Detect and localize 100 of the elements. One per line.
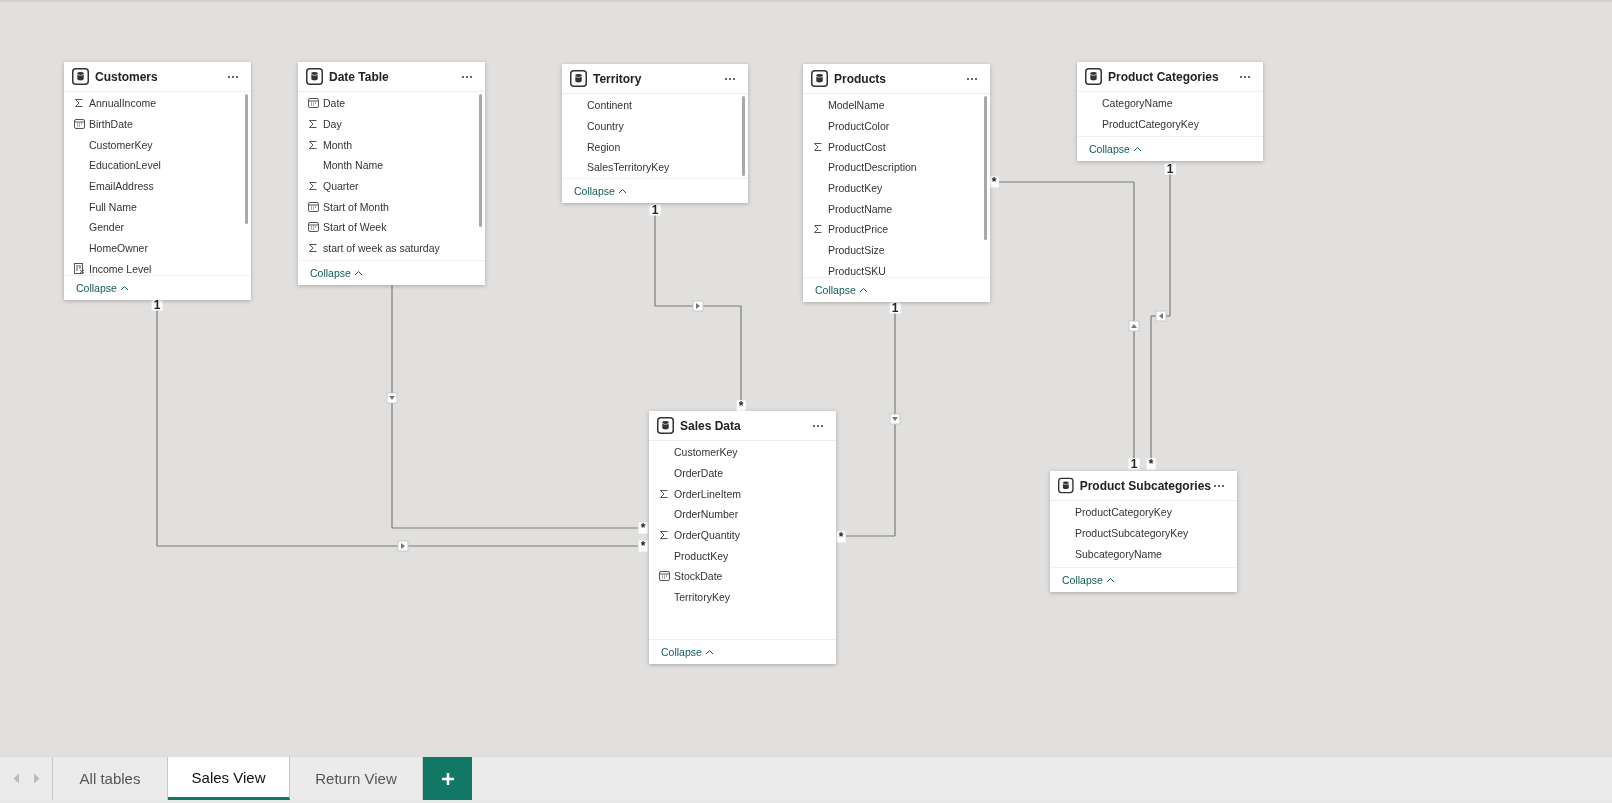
- field-name[interactable]: EmailAddress: [89, 180, 154, 193]
- field-name[interactable]: Income Level: [89, 262, 152, 275]
- field-name[interactable]: HomeOwner: [89, 242, 148, 255]
- table-icon: [306, 68, 323, 85]
- caret-icon: [858, 287, 868, 293]
- field-name[interactable]: ProductSize: [828, 244, 885, 257]
- field-name[interactable]: Country: [587, 120, 624, 133]
- table-title: Product Categories: [1108, 69, 1220, 84]
- table-card[interactable]: Products ModelName ProductColor ProductCost ProductDescription ProductKey ProductName ProductPrice ProductSize ProductSKU Collapse: [803, 64, 990, 302]
- field-name[interactable]: ProductKey: [828, 182, 883, 195]
- field-name[interactable]: ProductSubcategoryKey: [1075, 527, 1189, 540]
- field-name[interactable]: ProductCategoryKey: [1102, 118, 1199, 131]
- next-icon[interactable]: [32, 773, 40, 784]
- field-name[interactable]: ProductPrice: [828, 223, 889, 236]
- scrollbar-thumb[interactable]: [479, 94, 482, 227]
- field-name[interactable]: Continent: [587, 99, 632, 112]
- sigma-icon: [308, 181, 318, 192]
- field-name[interactable]: BirthDate: [89, 118, 133, 131]
- table-card[interactable]: Date Table Date Day Month Month Name Quarter Start of Month Start of Week start of week as saturday Collapse: [298, 62, 485, 285]
- more-icon: [227, 74, 239, 79]
- field-name[interactable]: CustomerKey: [674, 446, 738, 459]
- field-name[interactable]: ProductDescription: [828, 161, 917, 174]
- table-card[interactable]: Product Categories CategoryName ProductCategoryKey Collapse: [1077, 62, 1263, 161]
- caret-icon: [1132, 146, 1142, 152]
- calendar-icon: [308, 201, 319, 212]
- previous-icon[interactable]: [12, 773, 20, 784]
- field-name[interactable]: OrderNumber: [674, 508, 739, 521]
- scrollbar-thumb[interactable]: [245, 94, 248, 224]
- field-name[interactable]: Quarter: [323, 180, 359, 193]
- more-icon: [461, 74, 473, 79]
- field-name[interactable]: OrderQuantity: [674, 529, 740, 542]
- field-name[interactable]: EducationLevel: [89, 159, 161, 172]
- table-icon: [1058, 477, 1074, 494]
- field-name[interactable]: CustomerKey: [89, 138, 153, 151]
- table-title: Territory: [593, 71, 643, 86]
- calculator-icon: [74, 263, 85, 275]
- more-icon: [724, 76, 736, 81]
- field-name[interactable]: Gender: [89, 221, 125, 234]
- collapse-button[interactable]: Collapse: [310, 267, 363, 279]
- field-name[interactable]: SalesTerritoryKey: [587, 161, 670, 174]
- field-name[interactable]: ProductCategoryKey: [1075, 506, 1172, 519]
- field-name[interactable]: Full Name: [89, 200, 137, 213]
- collapse-button[interactable]: Collapse: [1062, 574, 1115, 586]
- table-icon: [1085, 68, 1102, 85]
- table-card[interactable]: Territory Continent Country Region SalesTerritoryKey Collapse: [562, 64, 748, 203]
- plus-icon: [440, 771, 455, 786]
- more-icon: [812, 423, 824, 428]
- sigma-icon: [813, 224, 823, 235]
- field-name[interactable]: ProductSKU: [828, 264, 886, 277]
- field-name[interactable]: CategoryName: [1102, 97, 1173, 110]
- sigma-icon: [813, 141, 823, 152]
- scrollbar-thumb[interactable]: [742, 96, 745, 176]
- collapse-button[interactable]: Collapse: [76, 282, 129, 294]
- more-icon: [1213, 483, 1225, 488]
- field-name[interactable]: Region: [587, 140, 621, 153]
- field-name[interactable]: AnnualIncome: [89, 97, 157, 110]
- collapse-button[interactable]: Collapse: [661, 646, 714, 658]
- cardinality-label: 1: [1128, 458, 1140, 470]
- field-name[interactable]: Start of Week: [323, 221, 387, 234]
- field-name[interactable]: Date: [323, 97, 346, 110]
- field-name[interactable]: Month: [323, 138, 353, 151]
- connector-line[interactable]: [1133, 181, 1135, 459]
- calendar-icon: [308, 222, 319, 233]
- field-name[interactable]: StockDate: [674, 570, 723, 583]
- caret-icon: [353, 270, 363, 276]
- table-card[interactable]: Sales Data CustomerKey OrderDate OrderLineItem OrderNumber OrderQuantity ProductKey StockDate TerritoryKey Collapse: [649, 411, 836, 664]
- table-icon: [72, 68, 89, 85]
- sigma-icon: [308, 139, 318, 150]
- field-name[interactable]: ProductColor: [828, 120, 890, 133]
- field-name[interactable]: TerritoryKey: [674, 591, 730, 604]
- field-name[interactable]: start of week as saturday: [323, 242, 440, 255]
- table-title: Date Table: [329, 69, 390, 84]
- field-name[interactable]: Start of Month: [323, 200, 389, 213]
- page-tab[interactable]: Sales View: [168, 757, 290, 800]
- field-name[interactable]: OrderDate: [674, 467, 724, 480]
- field-name[interactable]: Month Name: [323, 159, 384, 172]
- caret-icon: [704, 649, 714, 655]
- table-card[interactable]: Product Subcategories ProductCategoryKey ProductSubcategoryKey SubcategoryName Collapse: [1050, 471, 1237, 592]
- connector-line[interactable]: [1150, 315, 1171, 317]
- collapse-button[interactable]: Collapse: [574, 185, 627, 197]
- field-name[interactable]: ModelName: [828, 99, 885, 112]
- collapse-button[interactable]: Collapse: [1089, 143, 1142, 155]
- table-card[interactable]: Customers AnnualIncome BirthDate CustomerKey EducationLevel EmailAddress Full Name Gender HomeOwner Income Level Collapse: [64, 62, 251, 300]
- field-name[interactable]: Day: [323, 118, 342, 131]
- add-layout-button[interactable]: [423, 757, 472, 800]
- field-name[interactable]: ProductKey: [674, 549, 729, 562]
- field-name[interactable]: OrderLineItem: [674, 487, 742, 500]
- field-name[interactable]: ProductName: [828, 202, 893, 215]
- field-name[interactable]: ProductCost: [828, 140, 886, 153]
- sigma-icon: [659, 488, 669, 499]
- field-name[interactable]: SubcategoryName: [1075, 547, 1162, 560]
- connector-line[interactable]: [894, 312, 896, 537]
- scrollbar-thumb[interactable]: [984, 96, 987, 240]
- cardinality-label: *: [638, 540, 648, 552]
- connector-line[interactable]: [654, 305, 742, 307]
- sigma-icon: [659, 530, 669, 541]
- sigma-icon: [74, 98, 84, 109]
- collapse-button[interactable]: Collapse: [815, 284, 868, 296]
- calendar-icon: [308, 98, 319, 109]
- cardinality-label: *: [736, 400, 746, 412]
